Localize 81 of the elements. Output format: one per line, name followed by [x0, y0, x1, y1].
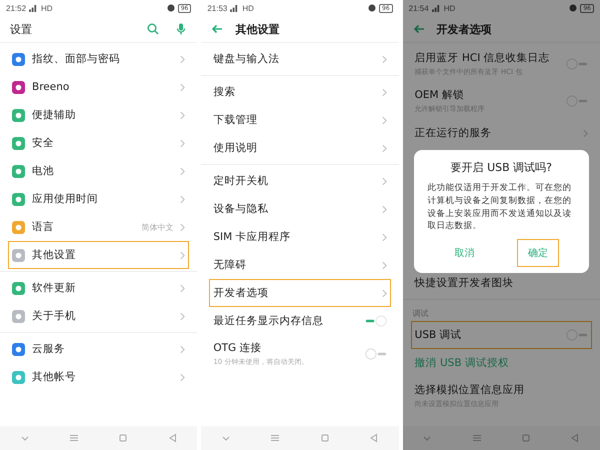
signal-icon [230, 4, 240, 12]
list-item[interactable]: 安全 [8, 129, 190, 157]
signal-icon [29, 4, 38, 12]
microphone-icon[interactable] [175, 23, 188, 35]
status-time: 21:53 [207, 4, 228, 12]
menu-icon[interactable] [270, 433, 280, 443]
signal-icon [432, 4, 441, 12]
chevron-icon [382, 116, 387, 124]
list-item[interactable]: 应用使用时间 [8, 185, 190, 213]
list-item[interactable]: 语言 简体中文 [8, 213, 190, 241]
chevron-icon [382, 232, 387, 242]
list-item[interactable]: 下载管理 [209, 106, 391, 134]
chevron-icon [382, 176, 387, 186]
list-item[interactable]: 开发者选项 [209, 279, 391, 307]
dialog-message: 此功能仅适用于开发工作。可在您的计算机与设备之间复制数据，在您的设备上安装应用而不发送通知以及读取日志数据。 [428, 182, 573, 233]
section-heading: 调试 [412, 308, 430, 320]
back-triangle-icon[interactable] [570, 433, 580, 443]
list-item[interactable]: 快捷设置开发者图块 [410, 269, 592, 297]
list-item[interactable]: 软件更新 [8, 274, 190, 302]
toggle-switch[interactable] [566, 94, 588, 106]
chevron-icon [180, 82, 186, 92]
list-item[interactable]: 云服务 [8, 335, 190, 363]
list-item[interactable]: Breeno [8, 73, 190, 101]
chevron-icon [180, 54, 186, 64]
square-icon[interactable] [118, 433, 128, 443]
dialog-title: 要开启 USB 调试吗? [450, 160, 554, 175]
list-item[interactable]: 搜索 [209, 78, 391, 106]
list-item[interactable]: 关于手机 [8, 302, 190, 330]
list-item[interactable]: USB 调试 [410, 321, 592, 349]
menu-icon[interactable] [68, 433, 79, 443]
page-title: 设置 [10, 22, 32, 36]
status-time: 21:54 [408, 4, 429, 12]
back-arrow-icon[interactable] [412, 24, 425, 34]
toggle-switch[interactable] [364, 348, 387, 360]
chevron-icon [180, 284, 186, 292]
chevron-icon [180, 250, 186, 260]
list-item[interactable]: 使用说明 [209, 134, 391, 162]
list-item[interactable]: 无障碍 [209, 251, 391, 279]
chevron-icon [382, 204, 387, 214]
chevron-icon [382, 260, 387, 270]
item-value: 简体中文 [141, 222, 174, 232]
back-arrow-icon[interactable] [211, 24, 224, 34]
network-type: HD [444, 4, 456, 12]
chevron-icon [382, 88, 387, 96]
toggle-switch[interactable] [566, 58, 588, 70]
list-item[interactable]: 最近任务显示内存信息 [209, 307, 391, 335]
back-triangle-icon[interactable] [168, 433, 178, 443]
list-item[interactable]: 正在运行的服务 [410, 119, 592, 147]
chevron-icon [180, 344, 186, 354]
page-title: 开发者选项 [436, 22, 492, 36]
list-item[interactable]: 电池 [8, 157, 190, 185]
chevron-icon [180, 222, 186, 232]
chevron-icon [382, 144, 387, 152]
status-time: 21:52 [6, 4, 26, 12]
menu-icon[interactable] [472, 433, 482, 443]
toggle-switch[interactable] [364, 315, 387, 327]
page-title: 其他设置 [235, 22, 280, 36]
list-item[interactable]: 其他帐号 [8, 363, 190, 391]
chevron-icon [180, 312, 186, 320]
list-item[interactable]: 定时开关机 [209, 167, 391, 195]
list-item[interactable]: 设备与隐私 [209, 195, 391, 223]
network-type: HD [41, 4, 53, 12]
list-item[interactable]: 便捷辅助 [8, 101, 190, 129]
chevron-icon [180, 138, 186, 148]
list-item[interactable]: 键盘与输入法 [209, 45, 391, 73]
chevron-icon [382, 288, 387, 298]
chevron-icon [180, 194, 186, 204]
back-triangle-icon[interactable] [368, 433, 379, 443]
chevron-icon [180, 372, 186, 382]
chevron-icon [382, 54, 387, 64]
chevron-icon [180, 110, 186, 120]
square-icon[interactable] [320, 433, 330, 443]
list-item[interactable]: SIM 卡应用程序 [209, 223, 391, 251]
search-icon[interactable] [147, 23, 160, 35]
list-item[interactable]: 指纹、面部与密码 [8, 45, 190, 73]
square-icon[interactable] [520, 433, 531, 443]
network-type: HD [242, 4, 254, 12]
toggle-switch[interactable] [566, 329, 588, 341]
chevron-icon [582, 128, 588, 138]
chevron-icon [180, 166, 186, 176]
list-item[interactable]: 其他设置 [8, 241, 190, 269]
